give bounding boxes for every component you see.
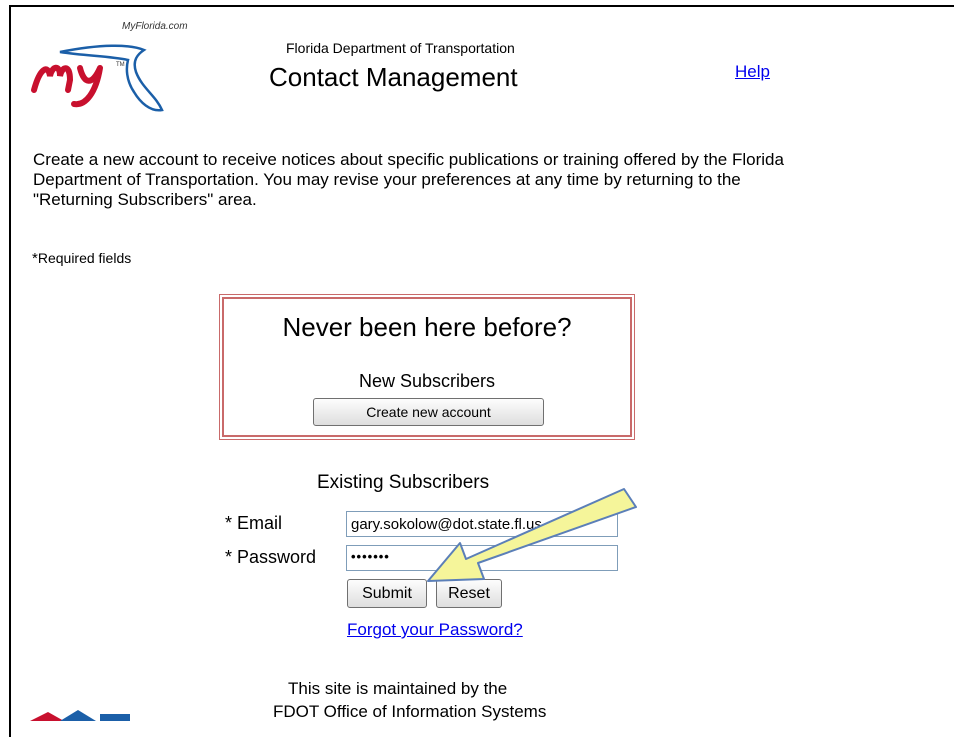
annotation-arrow-icon (427, 488, 637, 582)
password-label: * Password (225, 547, 317, 567)
help-link[interactable]: Help (735, 62, 770, 82)
create-account-button[interactable]: Create new account (313, 398, 544, 426)
required-fields-note: *Required fields (32, 250, 131, 267)
myflorida-logo-icon: TM (31, 44, 164, 112)
new-subscribers-heading: Never been here before? (282, 312, 572, 342)
new-subscribers-box: Never been here before? New Subscribers … (219, 294, 635, 440)
footer-line-2: FDOT Office of Information Systems (273, 702, 547, 721)
footer-line-1: This site is maintained by the (288, 679, 508, 698)
intro-text: Create a new account to receive notices … (33, 150, 784, 209)
new-subscribers-subheading: New Subscribers (358, 371, 496, 391)
svg-text:TM: TM (116, 62, 125, 68)
forgot-password-link[interactable]: Forgot your Password? (347, 620, 523, 640)
logo-site-text: MyFlorida.com (122, 21, 188, 32)
agency-name: Florida Department of Transportation (286, 40, 515, 56)
footer-logo-icon (30, 710, 130, 721)
email-label: * Email (225, 513, 283, 533)
required-label: Required fields (37, 250, 132, 266)
page-title: Contact Management (269, 62, 518, 92)
submit-button[interactable]: Submit (347, 579, 427, 608)
myflorida-logo: MyFlorida.com TM (30, 21, 190, 112)
